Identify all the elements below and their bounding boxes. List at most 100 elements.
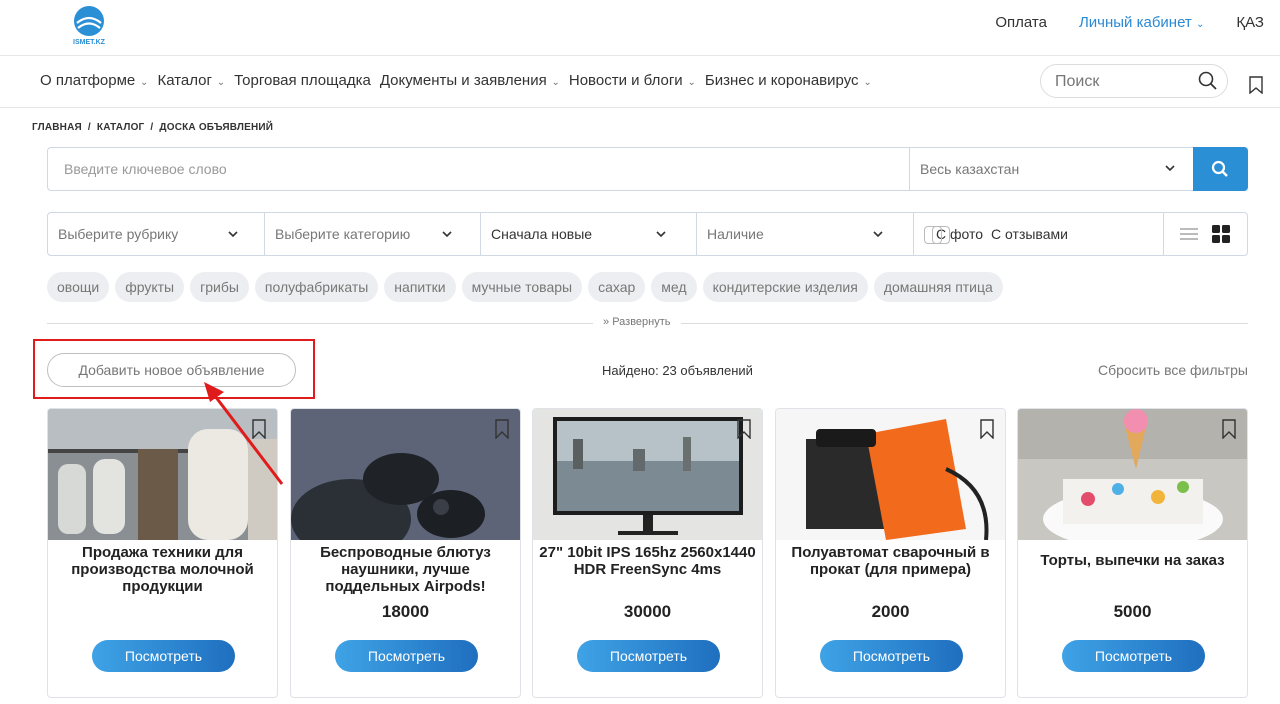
- tag-chip[interactable]: кондитерские изделия: [702, 272, 868, 302]
- view-toggle: [1164, 213, 1230, 255]
- breadcrumb-separator: /: [87, 122, 91, 133]
- rubric-select[interactable]: Выберите рубрику: [48, 213, 265, 255]
- listing-price: 30000: [623, 602, 672, 621]
- sort-value: Сначала новые: [491, 226, 593, 242]
- listing-title[interactable]: Торты, выпечки на заказ: [1024, 552, 1241, 569]
- add-listing-button[interactable]: Добавить новое объявление: [47, 353, 296, 387]
- grid-view-icon[interactable]: [1212, 225, 1230, 243]
- results-count: Найдено: 23 объявлений: [602, 363, 753, 378]
- view-button[interactable]: Посмотреть: [577, 640, 720, 672]
- reset-filters-link[interactable]: Сбросить все фильтры: [1098, 362, 1248, 378]
- nav-item-label: Торговая площадка: [234, 72, 371, 89]
- search-icon[interactable]: [1197, 70, 1219, 92]
- listing-card[interactable]: 27" 10bit IPS 165hz 2560x1440 HDR FreenS…: [532, 408, 763, 698]
- tag-chip[interactable]: напитки: [384, 272, 456, 302]
- listing-card[interactable]: Полуавтомат сварочный в прокат (для прим…: [775, 408, 1006, 698]
- search-box[interactable]: [1040, 64, 1228, 98]
- bookmark-icon[interactable]: [1248, 76, 1264, 94]
- nav-item-label: Документы и заявления: [379, 72, 547, 89]
- nav-item[interactable]: О платформе ⌄: [40, 72, 148, 89]
- monitor-image: [533, 409, 762, 540]
- nav-item-label: Каталог: [157, 72, 212, 89]
- nav-items: О платформе ⌄ Каталог ⌄ Торговая площадка Д…: [40, 72, 872, 89]
- with-reviews-label: С отзывами: [991, 226, 1068, 242]
- cabinet-link[interactable]: Личный кабинет ⌄: [1079, 14, 1204, 31]
- breadcrumb-home[interactable]: ГЛАВНАЯ: [32, 122, 82, 133]
- listing-title[interactable]: Беспроводные блютуз наушники, лучше подд…: [297, 544, 514, 595]
- chevron-down-icon: [442, 231, 452, 238]
- listing-title[interactable]: Полуавтомат сварочный в прокат (для прим…: [782, 544, 999, 578]
- region-select[interactable]: Весь казахстан: [909, 148, 1193, 190]
- view-button[interactable]: Посмотреть: [820, 640, 963, 672]
- view-button[interactable]: Посмотреть: [335, 640, 478, 672]
- nav-item[interactable]: Каталог ⌄: [157, 72, 225, 89]
- listing-price: 18000: [381, 602, 430, 621]
- milking-equipment-image: [48, 409, 277, 540]
- chevron-down-icon: ⌄: [137, 77, 149, 88]
- listing-title[interactable]: Продажа техники для производства молочно…: [54, 544, 271, 595]
- top-links: Оплата Личный кабинет ⌄ ҚАЗ: [995, 14, 1264, 31]
- tag-chip[interactable]: полуфабрикаты: [254, 272, 379, 302]
- listing-title[interactable]: 27" 10bit IPS 165hz 2560x1440 HDR FreenS…: [539, 544, 756, 578]
- chevron-down-icon: ⌄: [548, 77, 560, 88]
- chevron-down-icon: ⌄: [213, 77, 226, 88]
- search-input[interactable]: [1055, 73, 1185, 91]
- tag-list: овощи фрукты грибы полуфабрикаты напитки мучн…: [47, 272, 1003, 302]
- breadcrumb-current: ДОСКА ОБЪЯВЛЕНИЙ: [159, 122, 274, 133]
- keyword-input[interactable]: Введите ключевое слово: [64, 161, 227, 177]
- tag-chip[interactable]: домашняя птица: [873, 272, 1003, 302]
- availability-value: Наличие: [707, 226, 764, 242]
- main-nav: О платформе ⌄ Каталог ⌄ Торговая площадка Д…: [0, 56, 1280, 108]
- bookmark-icon[interactable]: [1221, 419, 1237, 439]
- view-button[interactable]: Посмотреть: [1062, 640, 1205, 672]
- chevron-down-icon: [873, 231, 883, 238]
- listing-card[interactable]: Продажа техники для производства молочно…: [47, 408, 278, 698]
- tag-chip[interactable]: сахар: [588, 272, 646, 302]
- nav-item-label: Бизнес и коронавирус: [704, 72, 859, 89]
- cake-image: [1018, 409, 1247, 540]
- with-reviews-checkbox[interactable]: [932, 226, 950, 244]
- welding-machine-image: [776, 409, 1005, 540]
- chevron-down-icon: ⌄: [1195, 19, 1205, 30]
- nav-item[interactable]: Новости и блоги ⌄: [569, 72, 696, 89]
- search-submit-button[interactable]: [1193, 147, 1248, 191]
- bookmark-icon[interactable]: [979, 419, 995, 439]
- breadcrumb-catalog[interactable]: КАТАЛОГ: [97, 122, 145, 133]
- filter-bar: Выберите рубрику Выберите категорию Снач…: [47, 212, 1248, 256]
- language-switch[interactable]: ҚАЗ: [1236, 14, 1264, 31]
- bookmark-icon[interactable]: [494, 419, 510, 439]
- listing-price: 5000: [1113, 602, 1152, 621]
- bookmark-icon[interactable]: [736, 419, 752, 439]
- list-view-icon[interactable]: [1180, 227, 1198, 241]
- tag-chip[interactable]: фрукты: [115, 272, 185, 302]
- nav-item[interactable]: Бизнес и коронавирус ⌄: [705, 72, 872, 89]
- tag-chip[interactable]: грибы: [190, 272, 249, 302]
- tag-chip[interactable]: мед: [651, 272, 697, 302]
- expand-toggle[interactable]: » Развернуть: [593, 316, 681, 328]
- nav-item[interactable]: Документы и заявления ⌄: [380, 72, 560, 89]
- listing-card[interactable]: Беспроводные блютуз наушники, лучше подд…: [290, 408, 521, 698]
- nav-item-label: О платформе: [40, 72, 136, 89]
- chevron-down-icon: [228, 231, 238, 238]
- nav-item[interactable]: Торговая площадка: [234, 72, 371, 89]
- earbuds-image: [291, 409, 520, 540]
- expand-label: Развернуть: [612, 316, 671, 328]
- view-button[interactable]: Посмотреть: [92, 640, 235, 672]
- availability-select[interactable]: Наличие: [697, 213, 914, 255]
- breadcrumb: ГЛАВНАЯ / КАТАЛОГ / ДОСКА ОБЪЯВЛЕНИЙ: [32, 122, 273, 133]
- chevron-down-icon: ⌄: [684, 77, 696, 88]
- keyword-search-bar: Введите ключевое слово Весь казахстан: [47, 147, 1248, 191]
- payment-link[interactable]: Оплата: [995, 14, 1047, 31]
- checkbox-group: С фото С отзывами: [914, 213, 1164, 255]
- region-value: Весь казахстан: [920, 161, 1020, 177]
- bookmark-icon[interactable]: [251, 419, 267, 439]
- tag-chip[interactable]: овощи: [47, 272, 110, 302]
- category-select[interactable]: Выберите категорию: [265, 213, 481, 255]
- listing-card[interactable]: Торты, выпечки на заказ 5000 Посмотреть: [1017, 408, 1248, 698]
- chevron-down-icon: [1165, 165, 1175, 172]
- sort-select[interactable]: Сначала новые: [481, 213, 697, 255]
- rubric-value: Выберите рубрику: [58, 226, 179, 242]
- tag-chip[interactable]: мучные товары: [461, 272, 583, 302]
- ismet-logo[interactable]: ISMET.KZ: [66, 4, 112, 46]
- top-bar: ISMET.KZ Оплата Личный кабинет ⌄ ҚАЗ: [0, 0, 1280, 56]
